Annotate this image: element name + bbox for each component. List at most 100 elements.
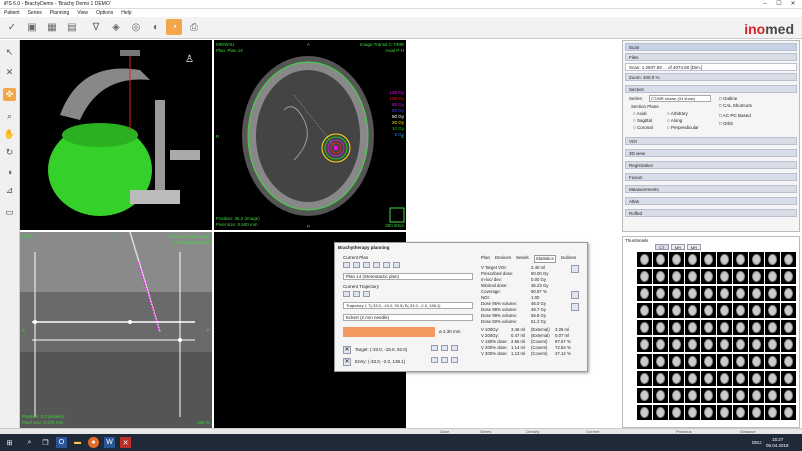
thumbnail-slice[interactable] [717, 269, 732, 284]
menu-planning[interactable]: Planning [50, 9, 69, 17]
thumbnail-slice[interactable] [701, 252, 716, 267]
thumbnail-slice[interactable] [653, 388, 668, 403]
menu-patient[interactable]: Patient [4, 9, 20, 17]
tab-plan[interactable]: Plan [481, 255, 490, 263]
thumbnail-slice[interactable] [717, 371, 732, 386]
frame-icon[interactable]: ◈ [108, 19, 124, 35]
target-btn-2[interactable] [441, 345, 448, 351]
ips-app-icon[interactable]: ✕ [120, 437, 131, 448]
thumbnail-slice[interactable] [733, 388, 748, 403]
language-indicator[interactable]: DEU [752, 440, 762, 445]
thumbnail-slice[interactable] [733, 286, 748, 301]
panel-scan[interactable]: Scan: 1.2837.59 ... of 4074.60 [Dim.] [625, 63, 797, 71]
thumbnail-slice[interactable] [765, 269, 780, 284]
thumbnail-slice[interactable] [653, 320, 668, 335]
thumbnail-slice[interactable] [653, 303, 668, 318]
menu-help[interactable]: Help [121, 9, 131, 17]
tab-statistics[interactable]: Statistics [533, 255, 556, 263]
thumbnail-slice[interactable] [653, 405, 668, 420]
panel-section[interactable]: Section [625, 85, 797, 93]
print-icon[interactable]: ⎙ [186, 19, 202, 35]
thumbnail-slice[interactable] [749, 337, 764, 352]
copy-plan-icon[interactable] [353, 262, 360, 268]
tab-seeds[interactable]: Seeds [516, 255, 529, 263]
word-icon[interactable]: W [104, 437, 115, 448]
thumbnail-slice[interactable] [653, 252, 668, 267]
export-plan-icon[interactable] [383, 262, 390, 268]
task-view-icon[interactable]: ❐ [40, 437, 51, 448]
grid-icon[interactable]: ▤ [64, 19, 80, 35]
thumbnail-slice[interactable] [685, 405, 700, 420]
thumbnail-slice[interactable] [781, 320, 796, 335]
close-icon[interactable]: ✕ [786, 0, 800, 8]
thumbnail-slice[interactable] [765, 371, 780, 386]
thumb-tab-ct[interactable]: CT [655, 244, 669, 250]
needle-select[interactable]: Eckert (2 mm needle) [343, 314, 473, 321]
stereotactic-icon[interactable]: ∇ [88, 19, 104, 35]
thumbnail-slice[interactable] [653, 354, 668, 369]
thumbnail-slice[interactable] [669, 320, 684, 335]
radio-coronal[interactable]: ○ Coronal [633, 125, 653, 130]
thumbnail-slice[interactable] [669, 405, 684, 420]
menu-series[interactable]: Series [28, 9, 42, 17]
panel-atlas[interactable]: Atlas [625, 197, 797, 205]
thumbnail-slice[interactable] [685, 337, 700, 352]
thumbnail-slice[interactable] [781, 252, 796, 267]
thumbnail-slice[interactable] [717, 405, 732, 420]
axial-view[interactable]: MR/W4U Plan: Plan 14 Image Transit C.T/M… [214, 40, 406, 230]
tab-devices[interactable]: Devices [495, 255, 511, 263]
thumbnail-slice[interactable] [701, 269, 716, 284]
thumbnail-slice[interactable] [717, 337, 732, 352]
stats-add-icon[interactable] [571, 291, 579, 299]
thumbnail-slice[interactable] [781, 371, 796, 386]
thumbnail-slice[interactable] [701, 388, 716, 403]
thumbnail-slice[interactable] [717, 320, 732, 335]
target-btn-3[interactable] [451, 345, 458, 351]
check-orbit[interactable]: □ Orbit [719, 121, 733, 126]
radio-sagittal[interactable]: ○ Sagittal [633, 118, 652, 123]
thumbnail-slice[interactable] [749, 269, 764, 284]
thumbnail-slice[interactable] [749, 252, 764, 267]
thumbnail-slice[interactable] [733, 371, 748, 386]
menu-options[interactable]: Options [96, 9, 113, 17]
sagittal-view[interactable]: CT/CT Screen Transit Angle Left/Sagittal… [20, 232, 212, 428]
thumb-tab-mr1[interactable]: MR [671, 244, 685, 250]
new-plan-icon[interactable] [343, 262, 350, 268]
thumbnail-slice[interactable] [685, 354, 700, 369]
thumbnail-slice[interactable] [637, 337, 652, 352]
3d-view[interactable]: ♙ [20, 40, 212, 230]
radio-arbitrary[interactable]: ○ Arbitrary [667, 111, 688, 116]
panel-fusion[interactable]: Fusion [625, 173, 797, 181]
thumbnail-slice[interactable] [685, 286, 700, 301]
thumbnail-slice[interactable] [749, 388, 764, 403]
thumbnail-slice[interactable] [701, 371, 716, 386]
thumbnail-slice[interactable] [637, 303, 652, 318]
thumbnail-slice[interactable] [669, 388, 684, 403]
thumbnail-slice[interactable] [637, 269, 652, 284]
thumbnail-slice[interactable] [685, 303, 700, 318]
check-shortcuts[interactable]: □ CAL Shortcuts [719, 103, 752, 108]
pointer-icon[interactable]: ↖ [3, 46, 16, 59]
layout-icon[interactable]: ▦ [44, 19, 60, 35]
reset-icon[interactable]: ▭ [3, 206, 16, 219]
thumbnail-slice[interactable] [653, 286, 668, 301]
thumbnail-slice[interactable] [733, 320, 748, 335]
explorer-icon[interactable]: ▬ [72, 437, 83, 448]
thumbnail-slice[interactable] [701, 354, 716, 369]
panel-voi[interactable]: VOI [625, 137, 797, 145]
radio-along[interactable]: ○ Along [667, 118, 682, 123]
thumbnail-slice[interactable] [685, 320, 700, 335]
thumbnail-slice[interactable] [733, 405, 748, 420]
check-acpc[interactable]: □ AC-PC Based [719, 113, 751, 118]
thumbnail-slice[interactable] [653, 337, 668, 352]
thumbnail-slice[interactable] [765, 337, 780, 352]
plan-select[interactable]: Plan 14 (Stereotactic plan) [343, 273, 473, 280]
thumbnail-slice[interactable] [781, 354, 796, 369]
thumbnail-slice[interactable] [733, 269, 748, 284]
thumbnail-slice[interactable] [765, 388, 780, 403]
thumbnail-slice[interactable] [685, 269, 700, 284]
thumbnail-slice[interactable] [717, 354, 732, 369]
thumbnail-slice[interactable] [717, 252, 732, 267]
thumbnail-slice[interactable] [669, 286, 684, 301]
needle-length-bar[interactable] [343, 327, 435, 337]
